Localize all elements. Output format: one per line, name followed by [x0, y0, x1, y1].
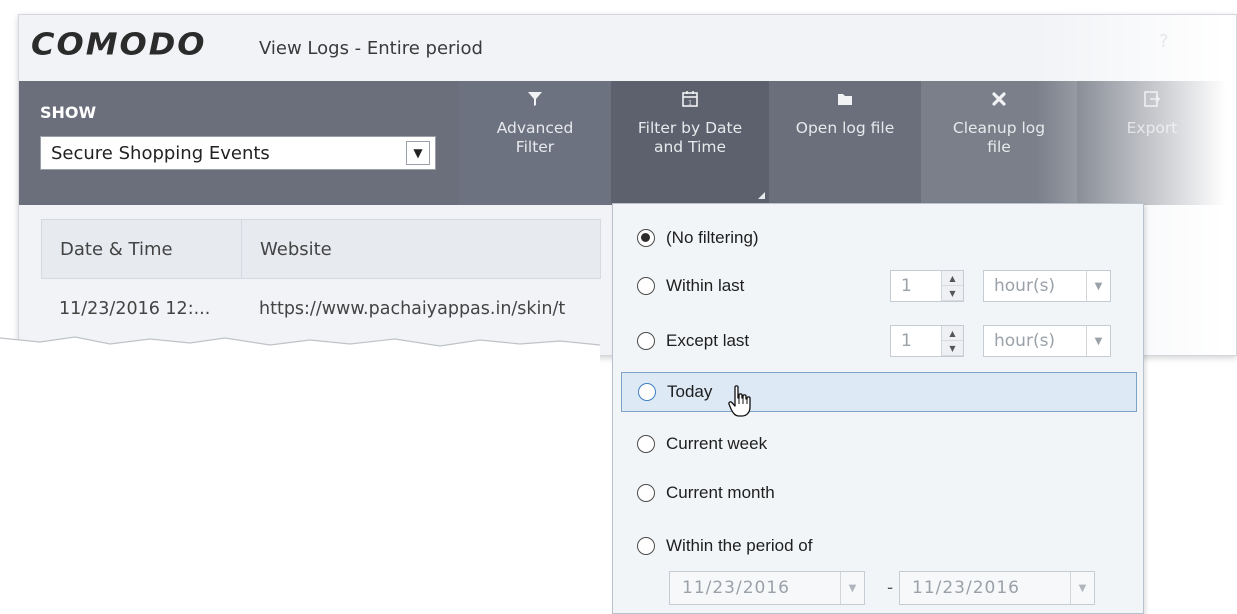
- option-today[interactable]: Today: [621, 372, 1137, 412]
- export-icon: [1142, 81, 1162, 119]
- except-last-value-stepper[interactable]: 1 ▲ ▼: [890, 325, 964, 357]
- dropdown-corner-icon: [758, 192, 765, 199]
- advanced-filter-label: Advanced Filter: [496, 119, 574, 156]
- cross-icon: [989, 81, 1009, 119]
- show-label: SHOW: [40, 103, 97, 122]
- cleanup-log-file-label: Cleanup log file: [952, 119, 1046, 156]
- within-last-value-stepper[interactable]: 1 ▲ ▼: [890, 270, 964, 302]
- show-select-value: Secure Shopping Events: [51, 142, 270, 164]
- folder-icon: [835, 81, 855, 119]
- radio-no-filtering[interactable]: [637, 229, 655, 247]
- chevron-down-icon[interactable]: ▼: [406, 141, 430, 165]
- option-current-month[interactable]: Current month: [621, 473, 1137, 513]
- column-header-date-time[interactable]: Date & Time: [42, 220, 242, 278]
- hand-cursor-icon: [728, 385, 751, 417]
- except-last-unit-select[interactable]: hour(s) ▼: [983, 325, 1111, 357]
- date-filter-dropdown: (No filtering) Within last 1 ▲ ▼ hour(s) …: [612, 203, 1144, 614]
- chevron-down-icon[interactable]: ▼: [1070, 572, 1094, 604]
- radio-within-period[interactable]: [637, 537, 655, 555]
- option-current-week-label: Current week: [666, 434, 768, 453]
- comodo-logo: COMODO: [31, 25, 207, 63]
- within-last-spin-buttons[interactable]: ▲ ▼: [941, 271, 963, 301]
- filter-icon: [525, 81, 545, 119]
- option-within-period[interactable]: Within the period of: [621, 526, 1137, 566]
- option-today-label: Today: [667, 382, 713, 401]
- cleanup-log-file-button[interactable]: Cleanup log file: [921, 81, 1077, 205]
- advanced-filter-button[interactable]: Advanced Filter: [459, 81, 611, 205]
- spin-up-icon[interactable]: ▲: [942, 271, 963, 286]
- within-last-value: 1: [901, 276, 912, 296]
- period-from-date: 11/23/2016: [682, 578, 790, 598]
- export-label: Export: [1126, 119, 1178, 137]
- radio-except-last[interactable]: [637, 332, 655, 350]
- period-to-date-picker[interactable]: 11/23/2016 ▼: [899, 571, 1095, 605]
- except-last-value: 1: [901, 331, 912, 351]
- except-last-unit: hour(s): [994, 331, 1056, 351]
- spin-down-icon[interactable]: ▼: [942, 286, 963, 301]
- chevron-down-icon[interactable]: ▼: [1086, 271, 1110, 301]
- help-icon[interactable]: ?: [1159, 31, 1169, 52]
- radio-current-month[interactable]: [637, 484, 655, 502]
- option-no-filtering[interactable]: (No filtering): [621, 218, 1137, 258]
- option-within-last-label: Within last: [666, 276, 745, 295]
- within-last-unit-select[interactable]: hour(s) ▼: [983, 270, 1111, 302]
- show-event-type-select[interactable]: Secure Shopping Events ▼: [40, 136, 436, 170]
- option-current-month-label: Current month: [666, 483, 775, 502]
- toolbar: SHOW Secure Shopping Events ▼ Advanced F…: [19, 81, 1236, 205]
- svg-text:1: 1: [688, 100, 692, 107]
- chevron-down-icon[interactable]: ▼: [1086, 326, 1110, 356]
- period-from-date-picker[interactable]: 11/23/2016 ▼: [669, 571, 865, 605]
- period-separator: -: [887, 578, 894, 598]
- option-except-last-label: Except last: [666, 331, 750, 350]
- option-no-filtering-label: (No filtering): [666, 228, 759, 247]
- within-last-unit: hour(s): [994, 276, 1056, 296]
- export-button[interactable]: Export: [1077, 81, 1227, 205]
- period-to-date: 11/23/2016: [912, 578, 1020, 598]
- window-title: View Logs - Entire period: [259, 38, 483, 59]
- spin-up-icon[interactable]: ▲: [942, 326, 963, 341]
- option-within-period-label: Within the period of: [666, 536, 813, 555]
- filter-by-date-label: Filter by Date and Time: [637, 119, 743, 156]
- open-log-file-label: Open log file: [795, 119, 895, 137]
- title-bar: COMODO View Logs - Entire period ?: [19, 15, 1236, 83]
- radio-today[interactable]: [638, 383, 656, 401]
- table-header: Date & Time Website: [41, 219, 601, 279]
- radio-current-week[interactable]: [637, 435, 655, 453]
- except-last-spin-buttons[interactable]: ▲ ▼: [941, 326, 963, 356]
- column-header-website[interactable]: Website: [242, 220, 600, 278]
- spin-down-icon[interactable]: ▼: [942, 341, 963, 356]
- chevron-down-icon[interactable]: ▼: [840, 572, 864, 604]
- filter-by-date-button[interactable]: 1 Filter by Date and Time: [611, 81, 769, 205]
- open-log-file-button[interactable]: Open log file: [769, 81, 921, 205]
- radio-within-last[interactable]: [637, 277, 655, 295]
- calendar-icon: 1: [680, 81, 700, 119]
- option-current-week[interactable]: Current week: [621, 424, 1137, 464]
